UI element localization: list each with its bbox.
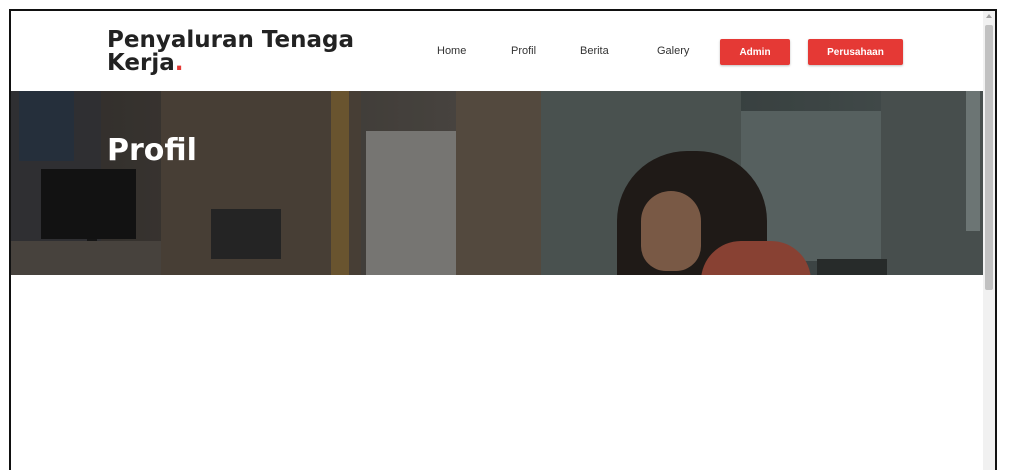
page-title: Profil xyxy=(107,133,197,168)
perusahaan-button[interactable]: Perusahaan xyxy=(808,39,903,65)
nav-profil-link[interactable]: Profil xyxy=(511,45,536,57)
nav-galery-link[interactable]: Galery xyxy=(657,45,689,57)
admin-button[interactable]: Admin xyxy=(720,39,790,65)
nav-berita-link[interactable]: Berita xyxy=(580,45,609,57)
hero-banner: Profil xyxy=(11,91,995,275)
site-header: Penyaluran Tenaga Kerja. Home Profil Ber… xyxy=(11,11,995,91)
scrollbar-thumb[interactable] xyxy=(985,25,993,290)
browser-viewport: Penyaluran Tenaga Kerja. Home Profil Ber… xyxy=(9,9,997,470)
nav-home-link[interactable]: Home xyxy=(437,45,466,57)
vertical-scrollbar[interactable] xyxy=(983,11,995,470)
hero-dark-overlay xyxy=(11,91,995,275)
scroll-up-arrow-icon[interactable] xyxy=(986,14,992,18)
main-nav: Home Profil Berita Galery Admin Perusaha… xyxy=(11,39,995,65)
